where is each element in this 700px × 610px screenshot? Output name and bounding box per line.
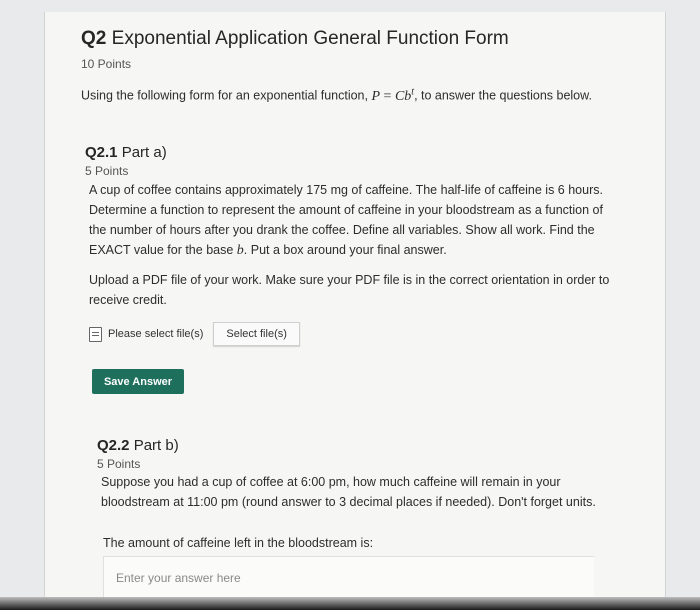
part-a-title: Q2.1 Part a)	[85, 144, 167, 161]
part-a-upload-instructions: Upload a PDF file of your work. Make sur…	[89, 270, 649, 310]
part-b-line-2: bloodstream at 11:00 pm (round answer to…	[101, 495, 596, 509]
file-icon	[89, 326, 102, 342]
file-upload-row: Please select file(s) Select file(s)	[89, 322, 300, 346]
part-b-body: Suppose you had a cup of coffee at 6:00 …	[101, 472, 641, 512]
part-a-label: Part a)	[121, 144, 167, 161]
part-a-body: A cup of coffee contains approximately 1…	[89, 180, 649, 261]
part-a-line-4-post: . Put a box around your final answer.	[243, 243, 447, 257]
formula-rhs: Cb	[394, 88, 412, 104]
question-instruction: Using the following form for an exponent…	[81, 82, 592, 107]
upload-line-1: Upload a PDF file of your work. Make sur…	[89, 273, 610, 287]
part-a-line-4-pre: EXACT value for the base	[89, 243, 237, 257]
part-a-line-2: Determine a function to represent the am…	[89, 203, 603, 217]
instruction-post: , to answer the questions below.	[414, 88, 592, 103]
question-number: Q2	[81, 28, 107, 49]
formula-lhs: P	[371, 88, 381, 104]
answer-prompt: The amount of caffeine left in the blood…	[103, 536, 374, 550]
part-b-line-1: Suppose you had a cup of coffee at 6:00 …	[101, 475, 561, 489]
part-b-label: Part b)	[133, 437, 179, 454]
part-a-line-3: the number of hours after you drank the …	[89, 223, 595, 237]
part-a-number: Q2.1	[85, 144, 118, 161]
bottom-edge	[0, 597, 700, 610]
part-a-line-1: A cup of coffee contains approximately 1…	[89, 183, 603, 197]
part-a-points: 5 Points	[85, 164, 129, 178]
question-sheet: Q2 Exponential Application General Funct…	[44, 12, 666, 609]
formula-eq: =	[380, 88, 395, 104]
instruction-pre: Using the following form for an exponent…	[81, 88, 368, 103]
part-b-title: Q2.2 Part b)	[97, 437, 179, 454]
select-files-button[interactable]: Select file(s)	[213, 322, 300, 346]
save-answer-button[interactable]: Save Answer	[92, 369, 184, 394]
question-title-text: Exponential Application General Function…	[111, 28, 509, 49]
part-b-points: 5 Points	[97, 457, 141, 471]
question-points: 10 Points	[81, 57, 132, 71]
file-label: Please select file(s)	[108, 328, 204, 340]
part-b-number: Q2.2	[97, 437, 130, 454]
answer-placeholder: Enter your answer here	[116, 571, 241, 585]
formula: P = Cbt	[371, 86, 414, 104]
part-a-line-4: EXACT value for the base b. Put a box ar…	[89, 240, 649, 261]
question-title: Q2 Exponential Application General Funct…	[81, 28, 509, 50]
base-variable: b	[236, 243, 244, 258]
upload-line-2: receive credit.	[89, 293, 167, 307]
